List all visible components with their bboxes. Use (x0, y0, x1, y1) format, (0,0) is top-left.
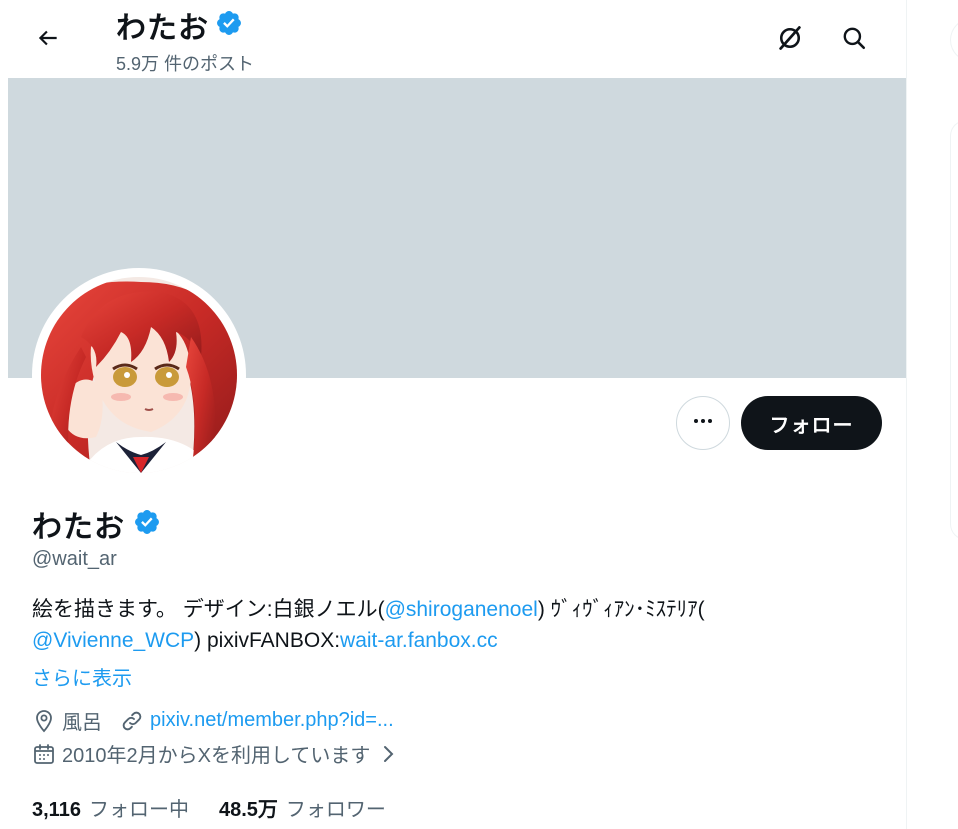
location: 風呂 (32, 706, 102, 735)
grok-button[interactable] (770, 20, 810, 60)
bio-text: 絵を描きます。 デザイン:白銀ノエル( (32, 598, 385, 621)
bio-mention-shiroganenoel[interactable]: @shiroganenoel (385, 598, 538, 621)
verified-badge-icon (215, 9, 243, 42)
calendar-icon (32, 742, 56, 766)
sidebar-search-edge[interactable] (950, 18, 958, 62)
profile-name-row: わたお (32, 502, 161, 546)
sidebar-card-edge (950, 120, 958, 540)
profile-header: わたお 5.9万 件のポスト (8, 0, 906, 78)
link-icon (120, 709, 144, 733)
following-stat[interactable]: 3,116 フォロー中 (32, 793, 189, 822)
header-title: わたお (116, 5, 243, 45)
joined[interactable]: 2010年2月からXを利用しています (32, 739, 400, 768)
bio-text: ) pixivFANBOX: (194, 629, 341, 652)
location-pin-icon (32, 709, 56, 733)
followers-stat[interactable]: 48.5万 フォロワー (219, 793, 386, 822)
profile-meta: 風呂 pixiv.net/member.php?id=... (32, 706, 394, 735)
user-handle: @wait_ar (32, 548, 117, 570)
header-display-name: わたお (116, 12, 209, 45)
verified-badge-icon[interactable] (133, 508, 161, 541)
avatar-frame[interactable] (32, 268, 246, 482)
following-count: 3,116 (32, 799, 81, 821)
website[interactable]: pixiv.net/member.php?id=... (120, 709, 394, 733)
avatar[interactable] (41, 277, 237, 473)
website-link[interactable]: pixiv.net/member.php?id=... (150, 709, 394, 732)
back-button[interactable] (28, 20, 68, 60)
bio-mention-vivienne[interactable]: @Vivienne_WCP (32, 629, 194, 652)
chevron-right-icon (376, 742, 400, 766)
display-name: わたお (32, 511, 125, 544)
joined-text: 2010年2月からXを利用しています (62, 745, 371, 767)
follow-stats: 3,116 フォロー中 48.5万 フォロワー (32, 793, 386, 822)
arrow-left-icon (35, 25, 61, 56)
more-button[interactable] (676, 396, 730, 450)
following-label: フォロー中 (88, 799, 189, 821)
search-icon (841, 25, 867, 56)
profile-bio: 絵を描きます。 デザイン:白銀ノエル(@shiroganenoel) ｳﾞｨｳﾞ… (32, 594, 882, 656)
profile-column: わたお 5.9万 件のポスト フォロー わたお @wait_ar 絵を描きます。… (8, 0, 906, 829)
followers-label: フォロワー (285, 799, 386, 821)
bio-text: ) ｳﾞｨｳﾞｨｱﾝ･ﾐｽﾃﾘｱ( (537, 598, 705, 621)
search-button[interactable] (834, 20, 874, 60)
bio-link-fanbox[interactable]: wait-ar.fanbox.cc (340, 629, 498, 652)
followers-count: 48.5万 (218, 799, 278, 821)
more-icon (691, 409, 715, 438)
grok-icon (776, 24, 804, 57)
location-text: 風呂 (62, 712, 102, 734)
column-divider (906, 0, 907, 829)
follow-button[interactable]: フォロー (741, 396, 882, 450)
post-count: 5.9万 件のポスト (116, 54, 255, 74)
joined-row[interactable]: 2010年2月からXを利用しています (32, 739, 400, 768)
show-more-link[interactable]: さらに表示 (32, 662, 132, 691)
